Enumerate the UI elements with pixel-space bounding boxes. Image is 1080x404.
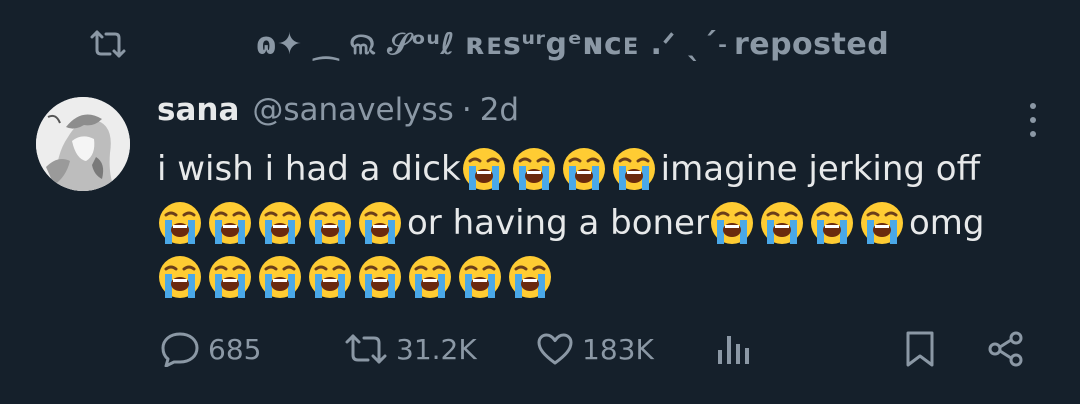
bookmark-button[interactable]	[904, 322, 936, 376]
reply-icon	[160, 331, 200, 367]
analytics-icon	[716, 332, 752, 366]
repost-button[interactable]: 31.2K	[344, 322, 477, 376]
loudly-crying-face-icon	[207, 200, 253, 246]
views-button[interactable]	[716, 322, 752, 376]
loudly-crying-face-icon	[859, 200, 905, 246]
heart-icon	[536, 332, 574, 366]
action-bar: 685 31.2K 183K	[0, 322, 1080, 376]
share-button[interactable]	[986, 322, 1026, 376]
text-segment: omg	[908, 203, 985, 243]
loudly-crying-face-icon	[257, 200, 303, 246]
loudly-crying-face-icon	[507, 254, 553, 300]
tweet-text: i wish i had a dick imagine jerking off …	[157, 142, 1037, 304]
loudly-crying-face-icon	[157, 200, 203, 246]
more-options-icon[interactable]	[1028, 103, 1038, 137]
repost-icon	[344, 333, 388, 365]
loudly-crying-face-icon	[407, 254, 453, 300]
separator-dot: ·	[461, 92, 472, 128]
loudly-crying-face-icon	[357, 200, 403, 246]
loudly-crying-face-icon	[357, 254, 403, 300]
loudly-crying-face-icon	[207, 254, 253, 300]
repost-icon	[88, 29, 130, 59]
avatar[interactable]	[36, 97, 130, 191]
loudly-crying-face-icon	[561, 146, 607, 192]
reposted-label: reposted	[733, 26, 890, 62]
user-handle[interactable]: @sanavelyss	[252, 92, 453, 128]
reposter-name[interactable]: ɷ✦ ⁔ ଲ 𝒮ᵒᵘℓ ʀᴇsᵘʳgᵉɴᴄᴇ .ᐟ ˎˊ˗	[256, 27, 728, 62]
loudly-crying-face-icon	[461, 146, 507, 192]
repost-banner: ɷ✦ ⁔ ଲ 𝒮ᵒᵘℓ ʀᴇsᵘʳgᵉɴᴄᴇ .ᐟ ˎˊ˗ reposted	[88, 24, 889, 64]
timestamp[interactable]: 2d	[480, 92, 519, 128]
loudly-crying-face-icon	[307, 200, 353, 246]
bookmark-icon	[904, 330, 936, 368]
text-segment: i wish i had a dick	[157, 149, 461, 189]
text-segment: imagine jerking off	[660, 149, 981, 189]
text-segment: or having a boner	[407, 203, 709, 243]
loudly-crying-face-icon	[257, 254, 303, 300]
like-button[interactable]: 183K	[536, 322, 654, 376]
tweet-header: sana @sanavelyss · 2d	[157, 92, 519, 138]
share-icon	[986, 330, 1026, 368]
loudly-crying-face-icon	[457, 254, 503, 300]
reply-button[interactable]: 685	[160, 322, 261, 376]
loudly-crying-face-icon	[511, 146, 557, 192]
tweet-line-1: i wish i had a dick imagine jerking off	[157, 142, 1037, 196]
loudly-crying-face-icon	[709, 200, 755, 246]
loudly-crying-face-icon	[611, 146, 657, 192]
reply-count: 685	[208, 332, 262, 366]
like-count: 183K	[582, 332, 654, 366]
tweet-line-2: or having a boner omg	[157, 196, 1037, 250]
loudly-crying-face-icon	[809, 200, 855, 246]
loudly-crying-face-icon	[759, 200, 805, 246]
display-name[interactable]: sana	[157, 92, 239, 128]
loudly-crying-face-icon	[157, 254, 203, 300]
repost-count: 31.2K	[396, 332, 477, 366]
tweet-line-3	[157, 250, 1037, 304]
loudly-crying-face-icon	[307, 254, 353, 300]
